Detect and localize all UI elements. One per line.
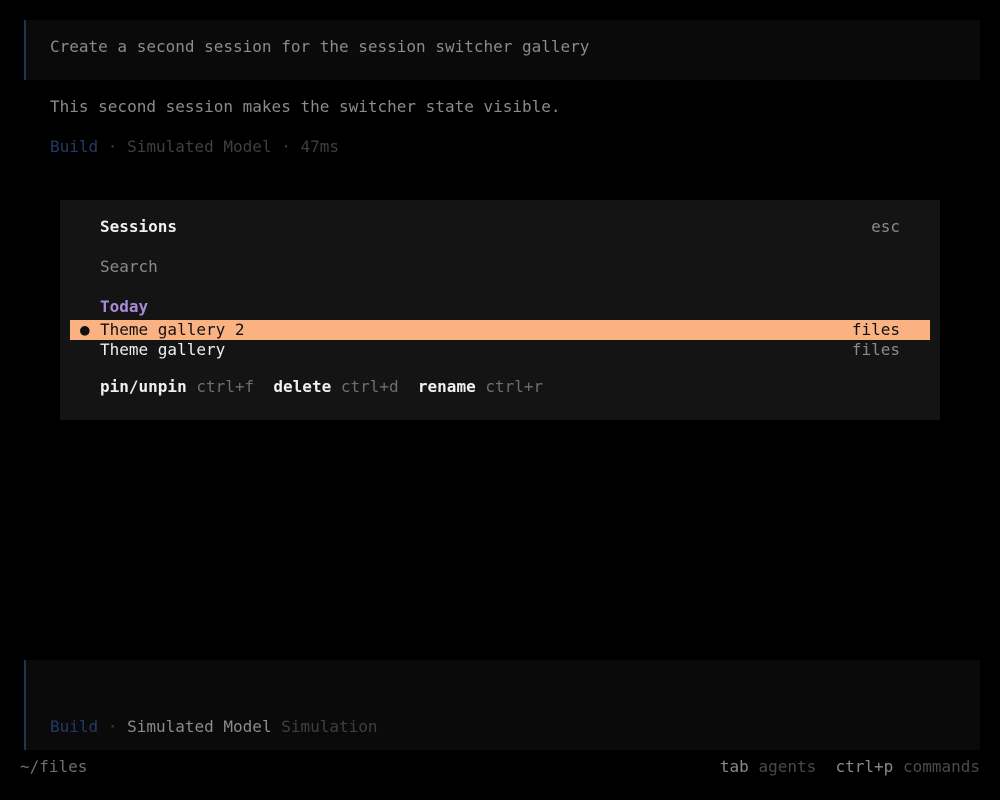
current-session-dot-icon: ● bbox=[80, 320, 90, 339]
session-title: Theme gallery bbox=[100, 340, 226, 359]
prompt-input[interactable]: Build · Simulated Model Simulation bbox=[24, 660, 980, 750]
meta-separator: · bbox=[98, 137, 128, 156]
rename-action[interactable]: rename bbox=[418, 377, 476, 396]
pin-unpin-action[interactable]: pin/unpin bbox=[100, 377, 187, 396]
delete-shortcut: ctrl+d bbox=[340, 377, 399, 396]
group-header-today: Today bbox=[100, 297, 149, 316]
assistant-message-text: This second session makes the switcher s… bbox=[50, 97, 561, 116]
session-row[interactable]: Theme gallery files bbox=[70, 340, 930, 360]
assistant-meta: Build · Simulated Model · 47ms bbox=[50, 137, 339, 157]
meta-separator: · bbox=[271, 137, 301, 156]
prompt-model[interactable]: Simulated Model bbox=[127, 717, 272, 736]
commands-shortcut-key[interactable]: ctrl+p bbox=[836, 757, 894, 776]
agents-shortcut-key[interactable]: tab bbox=[720, 757, 749, 776]
action-hints: pin/unpin ctrl+f delete ctrl+d rename ct… bbox=[100, 377, 543, 397]
user-message-text: Create a second session for the session … bbox=[50, 37, 590, 56]
user-message: Create a second session for the session … bbox=[24, 20, 980, 80]
meta-agent: Build bbox=[50, 137, 99, 156]
session-directory: files bbox=[851, 340, 900, 359]
session-title: Theme gallery 2 bbox=[100, 320, 245, 339]
commands-shortcut-label: commands bbox=[902, 757, 980, 776]
session-switcher-dialog: Sessions esc Search Today ● Theme galler… bbox=[60, 200, 940, 420]
search-input[interactable]: Search bbox=[100, 257, 158, 277]
prompt-separator: · bbox=[98, 717, 128, 736]
agents-shortcut-label: agents bbox=[758, 757, 817, 776]
rename-shortcut: ctrl+r bbox=[485, 377, 544, 396]
pin-unpin-shortcut: ctrl+f bbox=[196, 377, 255, 396]
meta-duration: 47ms bbox=[300, 137, 340, 156]
close-hint[interactable]: esc bbox=[871, 217, 900, 237]
meta-model: Simulated Model bbox=[127, 137, 272, 156]
prompt-provider: Simulation bbox=[281, 717, 378, 736]
delete-action[interactable]: delete bbox=[273, 377, 331, 396]
dialog-title: Sessions bbox=[100, 217, 178, 236]
footer-shortcuts: tab agents ctrl+p commands bbox=[720, 757, 980, 777]
prompt-agent[interactable]: Build bbox=[50, 717, 98, 736]
session-row[interactable]: ● Theme gallery 2 files bbox=[70, 320, 930, 340]
working-directory: ~/files bbox=[20, 757, 88, 776]
prompt-meta: Build · Simulated Model Simulation bbox=[50, 717, 378, 737]
session-directory: files bbox=[851, 320, 900, 339]
